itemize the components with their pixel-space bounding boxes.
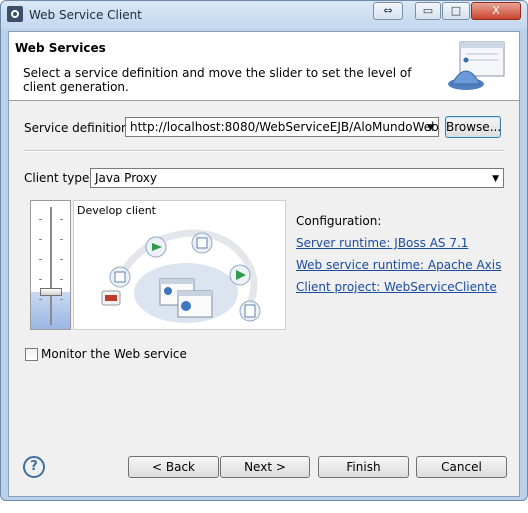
chevron-down-icon: ▼: [427, 123, 434, 133]
service-definition-value: http://localhost:8080/WebServiceEJB/AloM…: [130, 120, 439, 134]
monitor-label[interactable]: Monitor the Web service: [41, 347, 187, 361]
slider-tick: [39, 299, 42, 300]
banner-title: Web Services: [15, 41, 106, 55]
minimize-button[interactable]: ▭: [415, 2, 441, 20]
client-project-link[interactable]: Client project: WebServiceCliente: [296, 280, 497, 294]
maximize-button[interactable]: □: [442, 2, 470, 20]
client-level-slider[interactable]: [30, 200, 71, 330]
banner-description: Select a service definition and move the…: [23, 66, 412, 94]
slider-track: [50, 207, 52, 325]
next-button[interactable]: Next >: [220, 456, 310, 478]
client-type-value: Java Proxy: [95, 171, 158, 185]
slider-tick: [60, 279, 63, 280]
close-button[interactable]: X: [471, 2, 521, 20]
slider-tick: [60, 239, 63, 240]
window-title: Web Service Client: [29, 8, 142, 22]
app-icon: [7, 6, 23, 22]
slider-tick: [39, 259, 42, 260]
monitor-checkbox[interactable]: [25, 348, 38, 361]
service-definition-label: Service definition:: [24, 121, 133, 135]
wizard-banner: Web Services Select a service definition…: [9, 32, 519, 101]
develop-client-diagram: [101, 229, 261, 323]
browse-button[interactable]: Browse...: [445, 116, 501, 138]
title-bar[interactable]: Web Service Client ⇔ ▭ □ X: [1, 1, 527, 29]
client-level-illustration: Develop client: [73, 200, 286, 330]
service-definition-combo[interactable]: http://localhost:8080/WebServiceEJB/AloM…: [125, 117, 439, 137]
chevron-down-icon: ▼: [492, 174, 499, 184]
client-type-label: Client type:: [24, 171, 94, 185]
slider-tick: [60, 219, 63, 220]
separator: [23, 150, 505, 152]
web-service-wizard-icon: [448, 41, 505, 90]
slider-tick: [60, 259, 63, 260]
slider-level-label: Develop client: [77, 204, 156, 217]
slider-tick: [39, 279, 42, 280]
back-button[interactable]: < Back: [128, 456, 219, 478]
server-runtime-link[interactable]: Server runtime: JBoss AS 7.1: [296, 236, 468, 250]
slider-tick: [39, 219, 42, 220]
slider-thumb[interactable]: [40, 287, 62, 296]
dialog-content: Web Services Select a service definition…: [8, 31, 520, 497]
finish-button[interactable]: Finish: [318, 456, 409, 478]
configuration-heading: Configuration:: [296, 214, 382, 228]
cancel-button[interactable]: Cancel: [416, 456, 507, 478]
slider-tick: [60, 299, 63, 300]
web-service-runtime-link[interactable]: Web service runtime: Apache Axis: [296, 258, 501, 272]
help-icon[interactable]: ?: [23, 456, 45, 478]
wizard-window: Web Service Client ⇔ ▭ □ X Web Services …: [0, 0, 528, 501]
restore-icon[interactable]: ⇔: [373, 2, 403, 20]
slider-tick: [39, 239, 42, 240]
client-type-combo[interactable]: Java Proxy ▼: [90, 168, 504, 188]
